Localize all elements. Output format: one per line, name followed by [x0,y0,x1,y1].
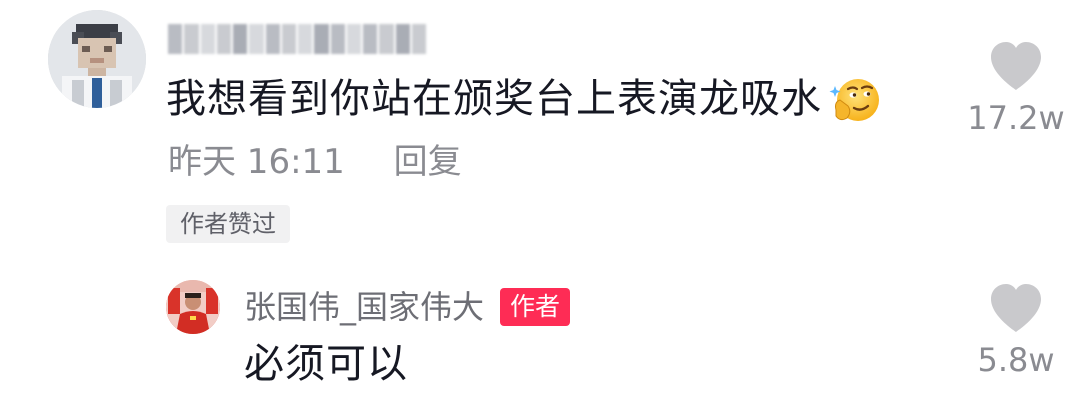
reply-author-name[interactable]: 张国伟_国家伟大 [244,286,484,328]
blur-block [184,24,199,54]
reply-avatar-image [166,280,220,334]
reply-author-avatar[interactable] [166,280,220,334]
blur-block [379,24,394,54]
blur-block [233,24,248,54]
comment-like-count: 17.2w [967,99,1065,137]
blur-block [330,24,345,54]
comment-like-control[interactable]: 17.2w [956,40,1076,138]
blur-block [363,24,378,54]
author-badge: 作者 [500,288,571,326]
comment-body[interactable]: 我想看到你站在颁奖台上表演龙吸水 [166,72,882,126]
reply-button[interactable]: 回复 [394,142,462,182]
blur-block [411,24,426,54]
blur-block [281,24,296,54]
blur-block [346,24,361,54]
blur-block [168,24,183,54]
blur-block [249,24,264,54]
heart-icon[interactable] [988,40,1044,92]
commenter-username-blurred[interactable] [168,24,426,54]
blur-block [265,24,280,54]
comment-meta-row: 昨天 16:11 回复 [168,140,462,184]
blur-block [298,24,313,54]
comment-text: 我想看到你站在颁奖台上表演龙吸水 [166,76,822,122]
blur-block [314,24,329,54]
blur-block [200,24,215,54]
reply-body[interactable]: 必须可以 [244,340,408,388]
author-liked-tag: 作者赞过 [166,205,290,243]
pixelated-avatar-image [48,10,146,108]
reply-header: 张国伟_国家伟大 作者 [244,286,571,328]
reply-like-count: 5.8w [977,341,1055,379]
reply-like-control[interactable]: 5.8w [956,282,1076,380]
heart-icon[interactable] [988,282,1044,334]
smirk-face-emoji-icon [829,79,879,121]
blur-block [395,24,410,54]
comment-timestamp: 昨天 16:11 [168,142,345,182]
commenter-avatar[interactable] [48,10,146,108]
blur-block [216,24,231,54]
